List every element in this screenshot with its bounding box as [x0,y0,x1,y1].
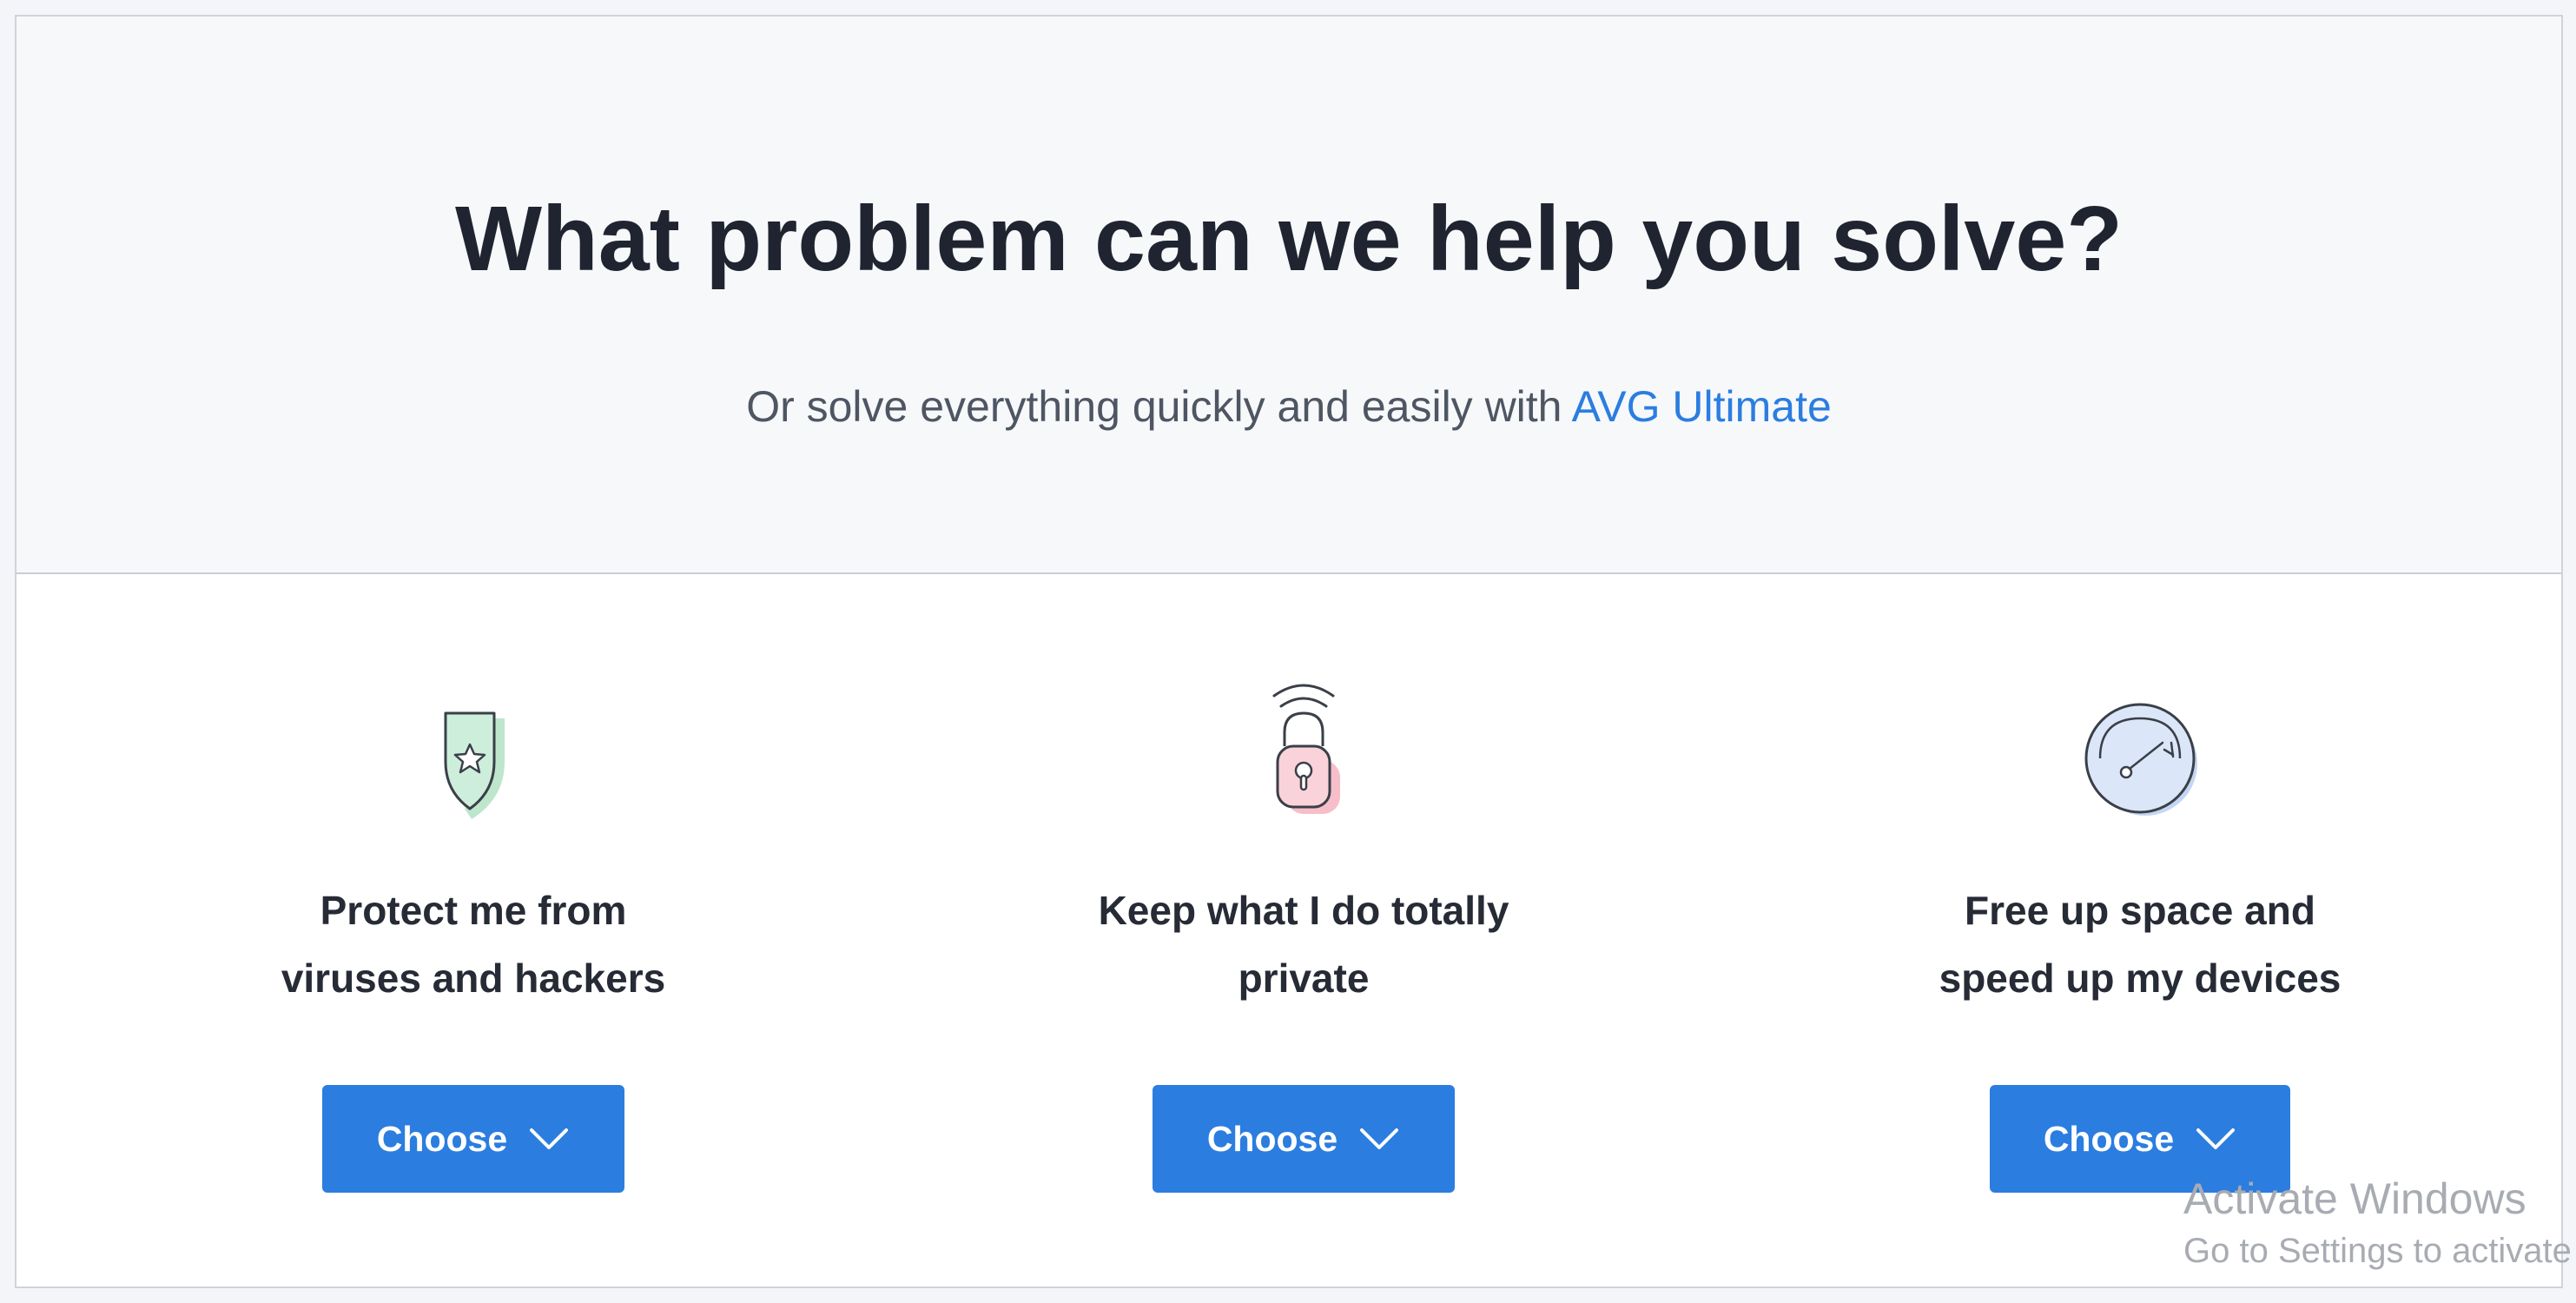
choose-button-private[interactable]: Choose [1153,1085,1455,1193]
activate-windows-watermark: Activate Windows Go to Settings to activ… [2183,1173,2576,1277]
lock-wifi-icon [1272,684,1340,814]
card-title: Keep what I do totally private [1098,888,1509,1001]
choose-button-protect[interactable]: Choose [322,1085,624,1193]
button-label: Choose [1206,1118,1338,1159]
avg-ultimate-link[interactable]: AVG Ultimate [1572,382,1832,431]
hero-section: What problem can we help you solve? Or s… [17,17,2561,574]
page-title: What problem can we help you solve? [454,188,2124,290]
card-title: Protect me from viruses and hackers [281,888,666,1001]
button-label: Choose [2043,1118,2175,1159]
speedometer-icon [2084,703,2197,816]
chevron-down-icon [530,1128,569,1149]
page-frame: What problem can we help you solve? Or s… [15,15,2563,1288]
button-label: Choose [376,1118,508,1159]
watermark-subtitle: Go to Settings to activate W [2183,1232,2576,1270]
shield-star-icon [444,711,505,819]
chevron-down-icon [2196,1128,2236,1149]
watermark-title: Activate Windows [2183,1174,2526,1223]
card-title: Free up space and speed up my devices [1939,888,2342,1001]
hero-subtitle: Or solve everything quickly and easily w… [17,381,2561,432]
subtitle-text: Or solve everything quickly and easily w… [746,382,1562,431]
chevron-down-icon [1360,1128,1399,1149]
